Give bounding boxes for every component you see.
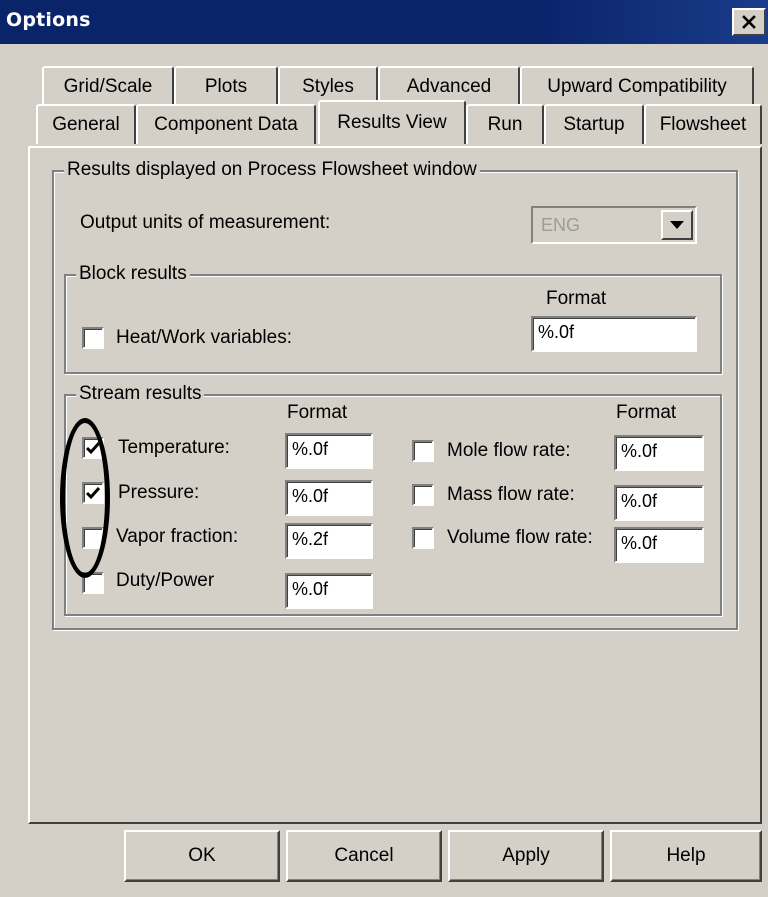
block-results-legend: Block results [76, 263, 190, 285]
vapor-fraction-label: Vapor fraction: [116, 526, 239, 547]
close-icon [742, 15, 756, 29]
tab-plots[interactable]: Plots [174, 66, 278, 106]
pressure-checkbox[interactable] [82, 482, 104, 504]
tab-component-data[interactable]: Component Data [136, 104, 316, 144]
block-format-header: Format [546, 288, 607, 309]
mole-flow-checkbox[interactable] [412, 440, 434, 462]
output-units-label: Output units of measurement: [80, 212, 331, 233]
help-button[interactable]: Help [610, 830, 762, 882]
ok-button[interactable]: OK [124, 830, 280, 882]
stream-results-legend: Stream results [76, 383, 205, 405]
temperature-label: Temperature: [118, 437, 230, 458]
volume-flow-format-field[interactable]: %.0f [614, 527, 704, 563]
stream-format-header-right: Format [616, 402, 677, 423]
mass-flow-checkbox[interactable] [412, 484, 434, 506]
mass-flow-format-field[interactable]: %.0f [614, 485, 704, 521]
heat-work-label: Heat/Work variables: [116, 327, 292, 348]
volume-flow-checkbox[interactable] [412, 527, 434, 549]
mole-flow-label: Mole flow rate: [447, 440, 571, 461]
mole-flow-format-field[interactable]: %.0f [614, 435, 704, 471]
pressure-label: Pressure: [118, 482, 200, 503]
tab-flowsheet[interactable]: Flowsheet [644, 104, 762, 144]
title-bar[interactable]: Options [0, 0, 768, 44]
options-dialog: Options Grid/Scale Plots Styles Advanced… [0, 0, 768, 897]
chevron-down-icon [670, 221, 684, 229]
output-units-dropdown-button[interactable] [661, 210, 693, 240]
output-units-value: ENG [541, 215, 581, 235]
output-units-select[interactable]: ENG [531, 206, 697, 244]
duty-power-checkbox[interactable] [82, 572, 104, 594]
checkmark-icon [85, 487, 101, 500]
apply-button[interactable]: Apply [448, 830, 604, 882]
tab-grid-scale[interactable]: Grid/Scale [42, 66, 174, 106]
temperature-checkbox[interactable] [82, 437, 104, 459]
tab-general[interactable]: General [36, 104, 136, 144]
duty-power-format-field[interactable]: %.0f [285, 573, 373, 609]
duty-power-label: Duty/Power [116, 570, 215, 591]
tab-upward-compatibility[interactable]: Upward Compatibility [520, 66, 754, 106]
cancel-button[interactable]: Cancel [286, 830, 442, 882]
pressure-format-field[interactable]: %.0f [285, 480, 373, 516]
results-display-legend: Results displayed on Process Flowsheet w… [64, 159, 480, 181]
vapor-fraction-format-field[interactable]: %.2f [285, 523, 373, 559]
mass-flow-label: Mass flow rate: [447, 484, 575, 505]
vapor-fraction-checkbox[interactable] [82, 527, 104, 549]
heat-work-format-field[interactable]: %.0f [531, 316, 697, 352]
close-button[interactable] [732, 8, 766, 36]
stream-format-header-left: Format [287, 402, 348, 423]
tab-startup[interactable]: Startup [544, 104, 644, 144]
volume-flow-label: Volume flow rate: [447, 527, 593, 548]
window-title: Options [6, 9, 91, 31]
heat-work-checkbox[interactable] [82, 327, 104, 349]
temperature-format-field[interactable]: %.0f [285, 433, 373, 469]
tab-run[interactable]: Run [466, 104, 544, 144]
tab-results-view[interactable]: Results View [318, 100, 466, 144]
checkmark-icon [85, 442, 101, 455]
